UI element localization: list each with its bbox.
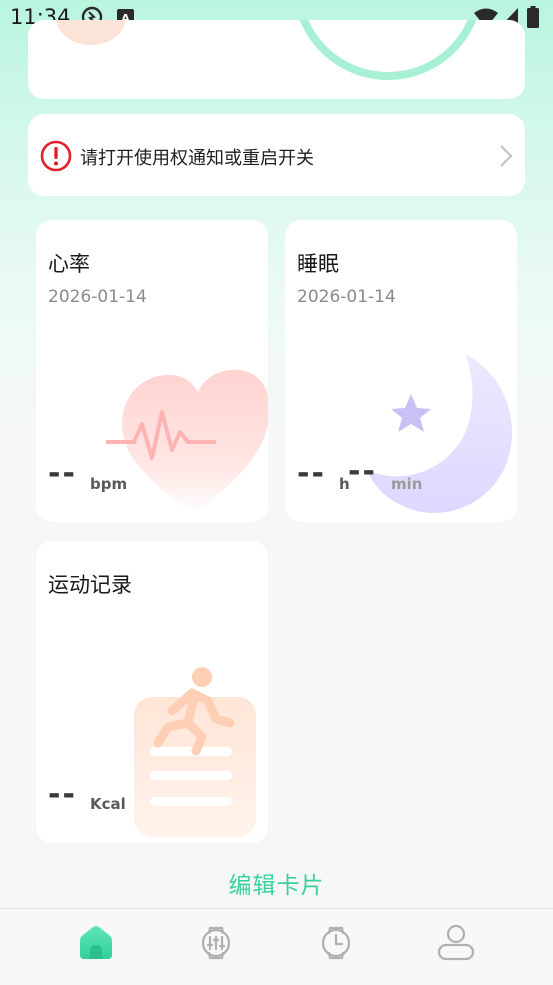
heart-rate-value: -- bbox=[48, 456, 77, 491]
sleep-minutes-unit: min bbox=[391, 475, 423, 493]
heart-icon bbox=[106, 369, 268, 514]
moon-icon bbox=[367, 354, 512, 513]
tab-device[interactable] bbox=[194, 921, 238, 965]
exclamation-circle-icon bbox=[40, 140, 72, 172]
watch-clock-icon bbox=[321, 926, 351, 960]
home-icon bbox=[80, 926, 112, 959]
sleep-card[interactable]: 睡眠 2026-01-14 -- h -- min bbox=[285, 220, 517, 522]
sport-value: -- bbox=[48, 777, 77, 812]
sleep-hours-value: -- bbox=[297, 456, 326, 491]
tab-home[interactable] bbox=[74, 921, 118, 965]
running-record-icon bbox=[134, 667, 256, 837]
tab-watch[interactable] bbox=[314, 921, 358, 965]
sleep-minutes-value: -- bbox=[348, 454, 377, 489]
sleep-date: 2026-01-14 bbox=[297, 287, 396, 307]
heart-rate-card[interactable]: 心率 2026-01-14 -- bpm bbox=[36, 220, 268, 522]
progress-ring bbox=[293, 20, 483, 80]
heart-rate-unit: bpm bbox=[90, 475, 128, 493]
heart-rate-title: 心率 bbox=[48, 252, 90, 276]
watch-settings-icon bbox=[201, 926, 231, 960]
overview-card[interactable] bbox=[28, 20, 525, 99]
edit-cards-button[interactable]: 编辑卡片 bbox=[0, 866, 553, 900]
overview-decoration bbox=[56, 20, 126, 45]
sport-title: 运动记录 bbox=[48, 573, 132, 597]
permission-notice[interactable]: 请打开使用权通知或重启开关 bbox=[28, 114, 525, 196]
sport-unit: Kcal bbox=[90, 795, 126, 813]
chevron-right-icon bbox=[500, 145, 513, 167]
sport-record-card[interactable]: 运动记录 -- Kcal bbox=[36, 541, 268, 843]
tab-profile[interactable] bbox=[434, 921, 478, 965]
notice-text: 请打开使用权通知或重启开关 bbox=[80, 148, 314, 169]
heart-rate-date: 2026-01-14 bbox=[48, 287, 147, 307]
user-icon bbox=[437, 924, 475, 961]
bottom-tab-bar bbox=[0, 908, 553, 985]
battery-icon bbox=[527, 6, 539, 28]
sleep-title: 睡眠 bbox=[297, 252, 339, 276]
